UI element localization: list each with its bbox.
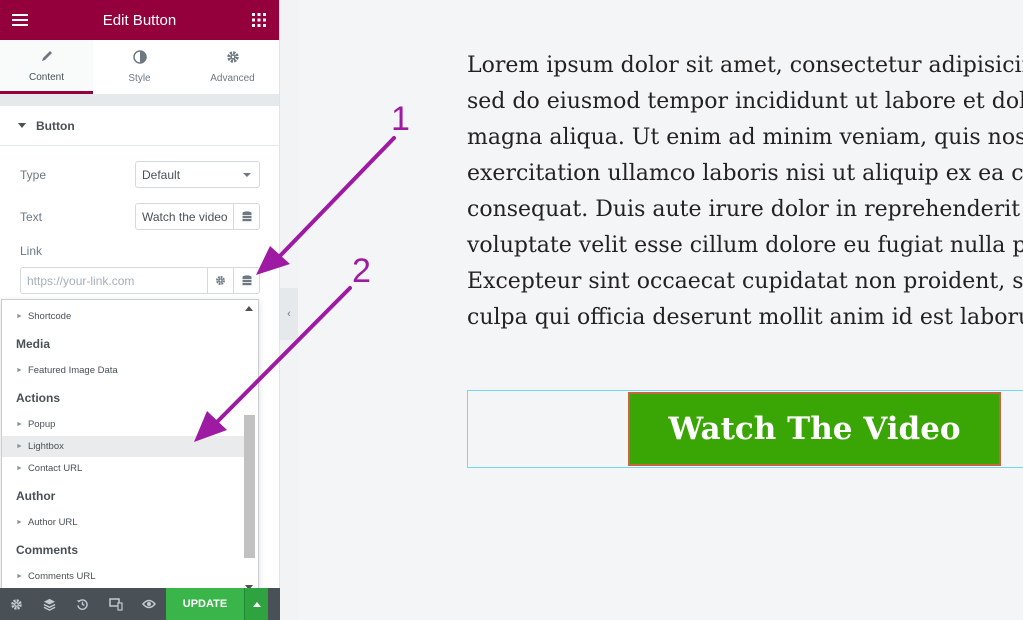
chevron-left-icon: ‹: [287, 308, 291, 320]
panel-header: Edit Button: [0, 0, 279, 40]
bullet-icon: ►: [16, 573, 23, 580]
caret-down-icon: [18, 123, 26, 128]
dynamic-tag-item[interactable]: ► Featured Image Data: [2, 360, 244, 381]
gear-icon: [226, 50, 240, 67]
link-input[interactable]: https://your-link.com: [20, 267, 260, 294]
bullet-icon: ►: [16, 421, 23, 428]
tab-style-label: Style: [128, 73, 151, 84]
paragraph-line: Excepteur sint occaecat cupidatat non pr…: [467, 269, 1023, 294]
paragraph-line: exercitation ullamco laboris nisi ut ali…: [467, 161, 1023, 186]
preview-eye-icon[interactable]: [132, 588, 165, 620]
paragraph-line: sed do eiusmod tempor incididunt ut labo…: [467, 89, 1023, 114]
dynamic-tag-group: Comments: [16, 543, 79, 557]
tab-divider: [0, 95, 279, 106]
dynamic-tag-group: Author: [16, 489, 56, 503]
watch-video-button[interactable]: Watch The Video: [628, 392, 1001, 466]
tab-style[interactable]: Style: [93, 40, 186, 94]
panel-collapse-button[interactable]: ‹: [280, 288, 298, 340]
bullet-icon: ►: [16, 313, 23, 320]
editor-panel: Edit Button Content Style Advanced Butto…: [0, 0, 280, 620]
type-select[interactable]: Default: [135, 161, 260, 188]
section-title: Button: [36, 118, 75, 133]
dynamic-tag-item[interactable]: ► Author URL: [2, 512, 244, 533]
text-input-value: Watch the video: [142, 209, 228, 224]
paragraph-line: consequat. Duis aute irure dolor in repr…: [467, 197, 1023, 222]
dynamic-tag-item[interactable]: ► Contact URL: [2, 458, 244, 479]
layers-icon[interactable]: [33, 588, 66, 620]
database-icon: [242, 275, 251, 286]
scrollbar-thumb[interactable]: [244, 415, 255, 558]
database-icon: [242, 211, 251, 222]
chevron-down-icon: [243, 172, 251, 177]
dynamic-tag-item-lightbox[interactable]: ► Lightbox: [2, 436, 244, 457]
paragraph-line: voluptate velit esse cillum dolore eu fu…: [467, 233, 1023, 258]
gear-icon: [216, 276, 225, 285]
hamburger-menu-icon[interactable]: [0, 0, 40, 40]
link-input-placeholder: https://your-link.com: [27, 273, 135, 288]
panel-footer: UPDATE: [0, 588, 280, 620]
bullet-icon: ►: [16, 443, 23, 450]
page-preview: Lorem ipsum dolor sit amet, consectetur …: [298, 0, 1023, 620]
dynamic-tag-item[interactable]: ► Shortcode: [2, 306, 244, 327]
button-widget-outline[interactable]: Watch The Video: [467, 390, 1023, 468]
panel-title: Edit Button: [102, 11, 177, 29]
dynamic-tag-item[interactable]: ► Popup: [2, 414, 244, 435]
dynamic-tag-group: Actions: [16, 391, 61, 405]
settings-icon[interactable]: [0, 588, 33, 620]
section-toggle-button[interactable]: Button: [0, 106, 279, 146]
tab-advanced[interactable]: Advanced: [186, 40, 279, 94]
paragraph-line: Lorem ipsum dolor sit amet, consectetur …: [467, 53, 1023, 78]
text-label: Text: [20, 210, 43, 224]
type-select-value: Default: [142, 167, 181, 182]
link-label: Link: [20, 244, 43, 258]
responsive-icon[interactable]: [99, 588, 132, 620]
dynamic-tags-button[interactable]: [233, 268, 259, 293]
widgets-grid-icon[interactable]: [239, 0, 279, 40]
bullet-icon: ►: [16, 519, 23, 526]
paragraph-line: culpa qui officia deserunt mollit anim i…: [467, 305, 1023, 330]
scroll-up-arrow-icon[interactable]: [245, 306, 253, 311]
dynamic-tags-dropdown[interactable]: ► Shortcode Media ► Featured Image Data Ac…: [1, 299, 259, 597]
tab-content[interactable]: Content: [0, 40, 93, 94]
caret-up-icon: [252, 601, 261, 607]
contrast-icon: [132, 50, 147, 67]
dynamic-tags-button[interactable]: [233, 204, 259, 229]
dynamic-tag-group: Media: [16, 337, 51, 351]
tab-advanced-label: Advanced: [210, 73, 255, 84]
dynamic-tag-item[interactable]: ► Comments URL: [2, 566, 244, 587]
update-options-button[interactable]: [244, 588, 268, 620]
tab-content-label: Content: [28, 71, 65, 83]
pencil-icon: [40, 49, 54, 66]
history-icon[interactable]: [66, 588, 99, 620]
update-button[interactable]: UPDATE: [166, 588, 244, 620]
bullet-icon: ►: [16, 465, 23, 472]
link-options-button[interactable]: [207, 268, 233, 293]
bullet-icon: ►: [16, 367, 23, 374]
paragraph-line: magna aliqua. Ut enim ad minim veniam, q…: [467, 125, 1023, 150]
text-editor-widget[interactable]: Lorem ipsum dolor sit amet, consectetur …: [467, 48, 1023, 336]
text-input[interactable]: Watch the video: [135, 203, 260, 230]
panel-tabs: Content Style Advanced: [0, 40, 279, 95]
type-label: Type: [20, 168, 47, 182]
